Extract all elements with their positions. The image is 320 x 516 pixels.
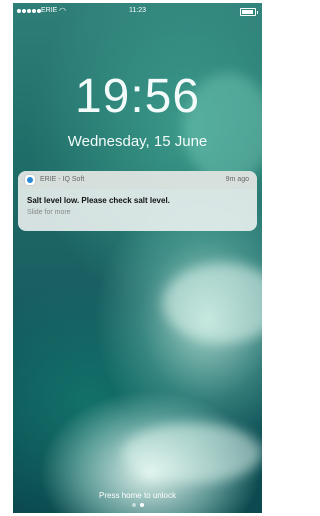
page-dot [131,503,136,507]
battery-icon [240,8,258,16]
status-time: 11:23 [129,7,146,14]
page-indicator [13,503,262,507]
notification-message: Salt level low. Please check salt level. [27,196,170,205]
notification-app-name: ERIE - IQ Soft [40,176,85,183]
app-icon [25,175,35,185]
lock-screen: ERIE ◠ 11:23 19:56 Wednesday, 15 June ER… [13,3,262,513]
notification-header: ERIE - IQ Soft 9m ago [18,171,257,189]
wave-foam [123,423,262,483]
lock-date: Wednesday, 15 June [67,133,208,150]
notification-time: 9m ago [225,176,249,183]
status-bar: ERIE ◠ 11:23 [13,3,262,21]
wave-foam [163,263,262,343]
notification-hint: Slide for more [27,209,71,216]
notification-card[interactable]: ERIE - IQ Soft 9m ago Salt level low. Pl… [18,171,257,231]
page-dot-active [139,503,144,507]
lock-clock: 19:56 [74,70,201,123]
unlock-hint: Press home to unlock [99,491,176,500]
